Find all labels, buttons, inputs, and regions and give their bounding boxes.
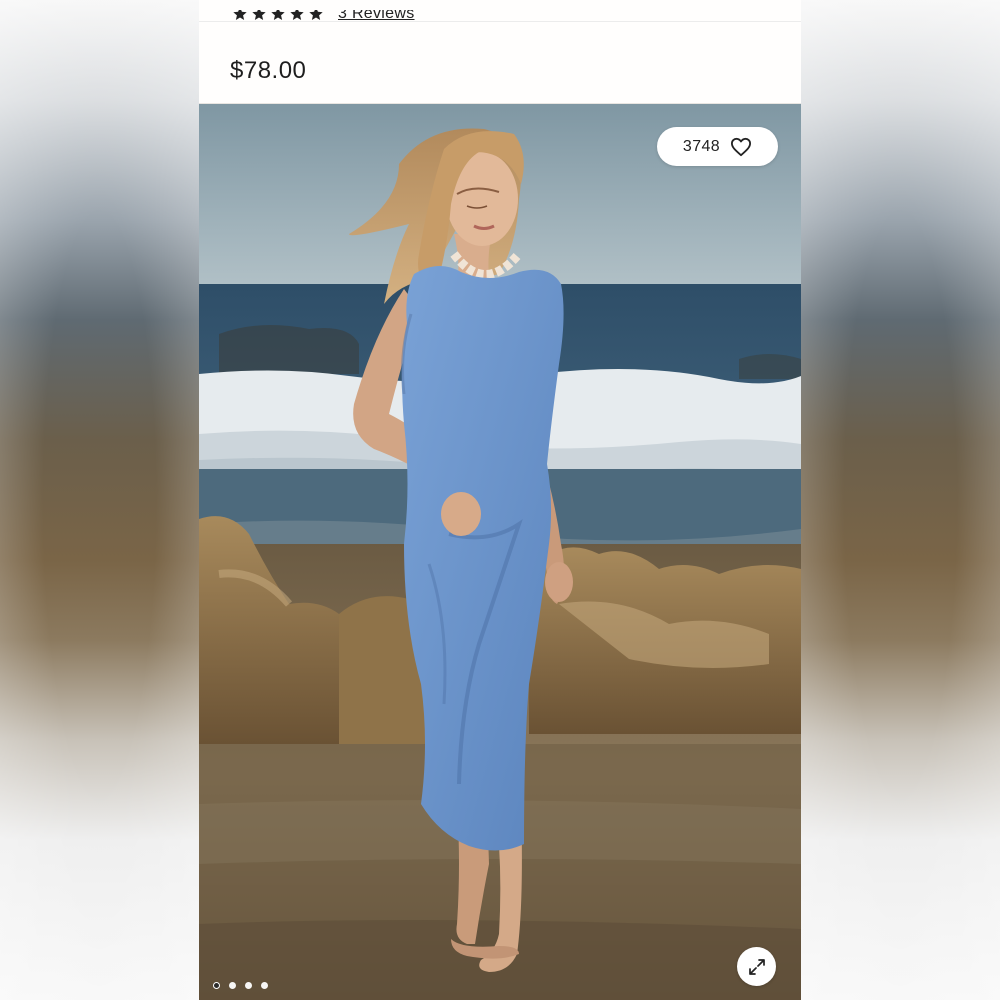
expand-arrows-icon bbox=[747, 957, 767, 977]
product-page: 3 Reviews $78.00 3748 bbox=[199, 0, 801, 1000]
star-icon bbox=[232, 10, 248, 22]
star-icon bbox=[251, 10, 267, 22]
beach-photo bbox=[199, 104, 801, 1000]
blurred-backdrop-left bbox=[0, 0, 199, 1000]
reviews-link[interactable]: 3 Reviews bbox=[338, 10, 415, 22]
blurred-backdrop-right bbox=[801, 0, 1000, 1000]
star-rating bbox=[232, 10, 324, 22]
image-pagination-dots bbox=[213, 982, 268, 989]
star-icon bbox=[289, 10, 305, 22]
pagination-dot[interactable] bbox=[213, 982, 220, 989]
likes-count: 3748 bbox=[682, 137, 721, 155]
expand-image-button[interactable] bbox=[737, 947, 776, 986]
star-icon bbox=[308, 10, 324, 22]
heart-outline-icon bbox=[730, 137, 752, 157]
star-icon bbox=[270, 10, 286, 22]
pagination-dot[interactable] bbox=[229, 982, 236, 989]
product-price: $78.00 bbox=[230, 57, 307, 84]
pagination-dot[interactable] bbox=[245, 982, 252, 989]
product-header: 3 Reviews $78.00 bbox=[199, 0, 801, 104]
like-button[interactable]: 3748 bbox=[657, 127, 778, 166]
pagination-dot[interactable] bbox=[261, 982, 268, 989]
rating-row: 3 Reviews bbox=[232, 10, 415, 22]
product-image[interactable]: 3748 bbox=[199, 104, 801, 1000]
